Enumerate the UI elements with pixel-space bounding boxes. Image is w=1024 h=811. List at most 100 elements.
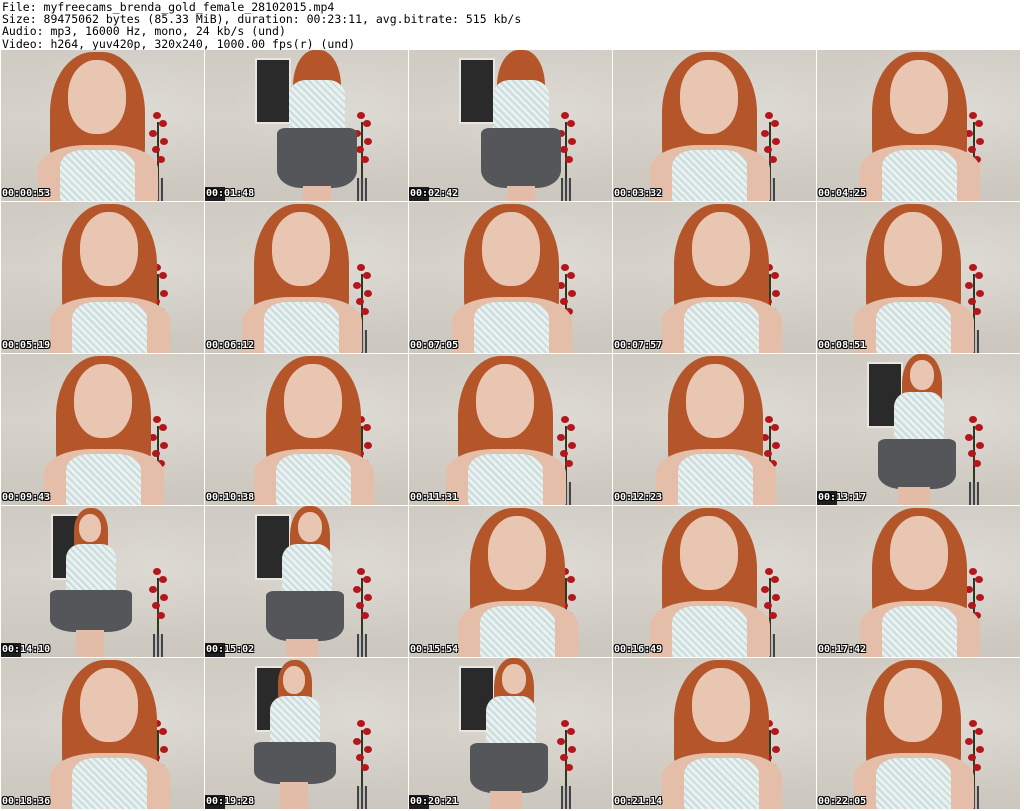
tank-top [60, 150, 135, 201]
video-thumbnail: 00:22:05 [817, 658, 1020, 809]
video-thumbnail: 00:05:19 [1, 202, 204, 353]
video-thumbnail: 00:01:48 [205, 50, 408, 201]
legs [898, 487, 930, 505]
video-thumbnail: 00:07:57 [613, 202, 816, 353]
skirt [470, 743, 548, 793]
tank-top [480, 606, 555, 657]
rose-flower [356, 754, 364, 761]
rose-flower [364, 290, 372, 297]
face [488, 516, 546, 590]
rose-flower [364, 594, 372, 601]
person-figure [662, 658, 782, 809]
lace-top [270, 696, 320, 744]
tank-top [684, 302, 759, 353]
skirt [277, 128, 357, 188]
person-figure [464, 658, 554, 809]
rose-flower [968, 450, 976, 457]
vase [357, 786, 367, 809]
vase [969, 482, 979, 505]
rose-flower [771, 120, 779, 127]
rose-flower [159, 120, 167, 127]
face [476, 364, 534, 438]
rose-flower [565, 764, 573, 771]
video-thumbnail: 00:18:36 [1, 658, 204, 809]
rose-flower [975, 728, 983, 735]
skirt [266, 591, 344, 641]
video-thumbnail: 00:15:54 [409, 506, 612, 657]
person-figure [50, 658, 170, 809]
rose-plant [963, 416, 985, 505]
person-figure [872, 354, 962, 505]
rose-flower [771, 576, 779, 583]
timestamp-label: 00:22:05 [818, 796, 867, 807]
tank-top [468, 454, 543, 505]
tank-top [684, 758, 759, 809]
timestamp-label: 00:15:02 [206, 644, 255, 655]
tank-top [882, 606, 957, 657]
face [686, 364, 744, 438]
person-figure [860, 506, 980, 657]
rose-flower [353, 586, 361, 593]
rose-flower [159, 576, 167, 583]
rose-flower [357, 720, 365, 727]
legs [286, 639, 318, 657]
rose-flower [160, 138, 168, 145]
vase [357, 634, 367, 657]
video-thumbnail: 00:16:49 [613, 506, 816, 657]
timestamp-label: 00:04:25 [818, 188, 867, 199]
rose-flower [973, 308, 981, 315]
rose-flower [769, 156, 777, 163]
tank-top [882, 150, 957, 201]
rose-flower [363, 576, 371, 583]
face [272, 212, 330, 286]
person-figure [458, 506, 578, 657]
face [298, 512, 322, 542]
rose-flower [769, 612, 777, 619]
rose-flower [160, 594, 168, 601]
rose-flower [568, 442, 576, 449]
video-info-line: Video: h264, yuv420p, 320x240, 1000.00 f… [2, 36, 356, 51]
rose-flower [973, 764, 981, 771]
legs [303, 186, 331, 201]
face [680, 60, 738, 134]
face [80, 668, 138, 742]
rose-flower [976, 290, 984, 297]
face [80, 212, 138, 286]
tank-top [876, 302, 951, 353]
timestamp-label: 00:01:48 [206, 188, 255, 199]
video-thumbnail: 00:12:23 [613, 354, 816, 505]
timestamp-label: 00:05:19 [2, 340, 51, 351]
rose-flower [363, 272, 371, 279]
face [910, 360, 934, 390]
rose-flower [356, 602, 364, 609]
video-thumbnail: 00:20:21 [409, 658, 612, 809]
face [482, 212, 540, 286]
rose-flower [565, 460, 573, 467]
legs [490, 791, 522, 809]
rose-flower [560, 754, 568, 761]
rose-flower [567, 728, 575, 735]
lace-top [493, 80, 549, 130]
timestamp-label: 00:15:54 [410, 644, 459, 655]
face [74, 364, 132, 438]
tank-top [66, 454, 141, 505]
face [884, 212, 942, 286]
face [680, 516, 738, 590]
rose-flower [975, 272, 983, 279]
person-figure [860, 50, 980, 201]
tank-top [72, 758, 147, 809]
person-figure [254, 354, 374, 505]
tank-top [678, 454, 753, 505]
video-thumbnail: 00:10:38 [205, 354, 408, 505]
video-thumbnail: 00:21:14 [613, 658, 816, 809]
audio-info-line: Audio: mp3, 16000 Hz, mono, 24 kb/s (und… [2, 24, 286, 39]
timestamp-label: 00:06:12 [206, 340, 255, 351]
video-thumbnail: 00:03:32 [613, 50, 816, 201]
timestamp-label: 00:09:43 [2, 492, 51, 503]
rose-flower [361, 156, 369, 163]
person-figure [452, 202, 572, 353]
tank-top [672, 150, 747, 201]
timestamp-label: 00:14:10 [2, 644, 51, 655]
video-thumbnail: 00:09:43 [1, 354, 204, 505]
timestamp-label: 00:20:21 [410, 796, 459, 807]
